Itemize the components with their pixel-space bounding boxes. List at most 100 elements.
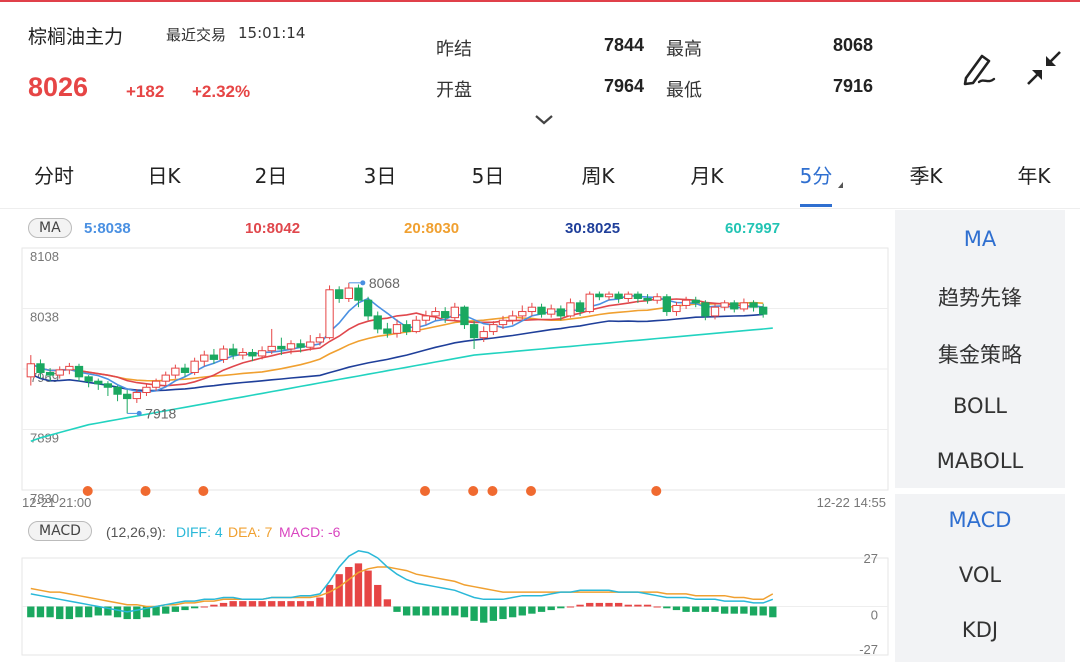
macd-hist-bar bbox=[682, 606, 690, 612]
macd-hist-bar bbox=[614, 602, 623, 607]
low-label: 最低 bbox=[666, 80, 702, 101]
indicator-trend-pioneer[interactable]: 趋势先锋 bbox=[895, 282, 1065, 312]
indicator-macd[interactable]: MACD bbox=[895, 508, 1065, 532]
candle-body bbox=[604, 293, 614, 298]
macd-hist-bar bbox=[692, 606, 700, 612]
candle-body bbox=[335, 289, 344, 299]
candle-body bbox=[392, 324, 402, 334]
candle-body bbox=[190, 360, 199, 373]
candle-body bbox=[672, 304, 681, 313]
macd-hist-bar bbox=[335, 574, 343, 607]
draw-pen-icon[interactable] bbox=[956, 46, 1000, 90]
high-marker-dot bbox=[360, 280, 366, 286]
macd-tick-label: 0 bbox=[871, 608, 878, 623]
macd-hist-bar bbox=[402, 606, 411, 616]
signal-marker bbox=[487, 486, 498, 496]
macd-hist-bar bbox=[586, 602, 594, 607]
candle-body bbox=[585, 293, 594, 313]
high-label: 最高 bbox=[666, 39, 702, 60]
candle-body bbox=[55, 369, 64, 376]
tab-dropdown-caret-icon[interactable] bbox=[838, 182, 843, 188]
candle-body bbox=[720, 302, 729, 308]
tab-quarterly-k[interactable]: 季K bbox=[876, 160, 976, 189]
collapse-arrows-icon[interactable] bbox=[1022, 46, 1066, 90]
macd-hist-bar bbox=[653, 606, 661, 608]
tab-3-day[interactable]: 3日 bbox=[330, 160, 430, 189]
macd-hist-bar bbox=[200, 606, 208, 608]
macd-hist-bar bbox=[84, 606, 93, 618]
macd-hist-bar bbox=[412, 606, 420, 616]
candle-body bbox=[344, 287, 353, 299]
indicator-vol[interactable]: VOL bbox=[895, 563, 1065, 587]
macd-dea-value: DEA: 7 bbox=[228, 524, 273, 540]
indicator-boll[interactable]: BOLL bbox=[895, 394, 1065, 418]
candle-body bbox=[402, 324, 411, 333]
tab-weekly-k[interactable]: 周K bbox=[548, 160, 648, 189]
macd-hist-bar bbox=[306, 601, 314, 607]
period-tab-bar: 分时 日K 2日 3日 5日 周K 月K 5分 季K 年K bbox=[0, 150, 1080, 208]
macd-hist-bar bbox=[75, 606, 83, 618]
candlestick-chart[interactable]: 810880387969789978308068791812-21 21:00 1… bbox=[0, 240, 895, 515]
indicator-ma[interactable]: MA bbox=[895, 227, 1065, 251]
macd-hist-bar bbox=[364, 570, 372, 607]
low-value: 7916 bbox=[832, 76, 873, 96]
candle-body bbox=[421, 315, 431, 321]
tab-5-min[interactable]: 5分 bbox=[766, 160, 866, 189]
candle-body bbox=[614, 293, 623, 299]
macd-hist-bar bbox=[229, 601, 237, 607]
prev-settle-value: 7844 bbox=[603, 35, 644, 55]
macd-hist-bar bbox=[133, 606, 141, 620]
macd-tick-label: -27 bbox=[859, 642, 878, 657]
candle-body bbox=[132, 392, 141, 400]
candle-body bbox=[277, 345, 286, 350]
price-tick-label: 7899 bbox=[30, 431, 59, 446]
macd-hist-bar bbox=[277, 601, 286, 607]
diff-line bbox=[30, 550, 774, 613]
time-axis-start: 12-21 21:00 bbox=[22, 495, 91, 510]
macd-hist-bar bbox=[123, 606, 131, 620]
macd-hist-bar bbox=[181, 606, 189, 611]
ma-indicator-badge[interactable]: MA bbox=[28, 218, 72, 238]
candle-body bbox=[508, 315, 517, 321]
candle-body bbox=[681, 299, 691, 306]
macd-hist-bar bbox=[393, 606, 401, 612]
macd-hist-bar bbox=[383, 599, 392, 607]
macd-indicator-badge[interactable]: MACD bbox=[28, 521, 92, 541]
tab-5-day[interactable]: 5日 bbox=[438, 160, 538, 189]
candle-body bbox=[94, 380, 103, 385]
expand-quote-chevron-icon[interactable] bbox=[533, 112, 555, 131]
macd-hist-bar bbox=[190, 606, 199, 609]
candle-body bbox=[460, 306, 469, 326]
macd-hist-bar bbox=[720, 606, 729, 614]
indicator-maboll[interactable]: MABOLL bbox=[895, 449, 1065, 473]
macd-hist-bar bbox=[740, 606, 748, 614]
price-change-percent: +2.32% bbox=[192, 82, 251, 101]
candle-body bbox=[296, 343, 305, 348]
candle-body bbox=[84, 376, 93, 382]
tab-intraday[interactable]: 分时 bbox=[4, 160, 104, 189]
indicator-kdj[interactable]: KDJ bbox=[895, 618, 1065, 642]
candle-body bbox=[441, 311, 450, 319]
candle-body bbox=[662, 296, 671, 313]
ma5-value: 5:8038 bbox=[84, 220, 131, 237]
macd-hist-bar bbox=[113, 606, 122, 618]
indicator-fund-strategy[interactable]: 集金策略 bbox=[895, 339, 1065, 369]
ma10-value: 10:8042 bbox=[245, 220, 301, 237]
ma20-value: 20:8030 bbox=[404, 220, 460, 237]
macd-hist-bar bbox=[354, 563, 363, 607]
time-axis-end: 12-22 14:55 bbox=[817, 495, 886, 510]
candle-body bbox=[479, 331, 488, 339]
price-change: +182 bbox=[126, 82, 165, 101]
candle-body bbox=[209, 354, 219, 360]
tab-monthly-k[interactable]: 月K bbox=[657, 160, 757, 189]
macd-hist-bar bbox=[345, 566, 353, 607]
tab-yearly-k[interactable]: 年K bbox=[984, 160, 1080, 189]
symbol-name: 棕榈油主力 bbox=[28, 26, 124, 48]
candle-body bbox=[363, 299, 373, 317]
macd-hist-bar bbox=[239, 601, 247, 607]
candle-body bbox=[595, 293, 604, 298]
macd-chart[interactable]: 27 0 -27 bbox=[0, 550, 895, 660]
tab-daily-k[interactable]: 日K bbox=[114, 160, 214, 189]
tab-2-day[interactable]: 2日 bbox=[221, 160, 321, 189]
low-annotation: 7918 bbox=[145, 405, 176, 421]
